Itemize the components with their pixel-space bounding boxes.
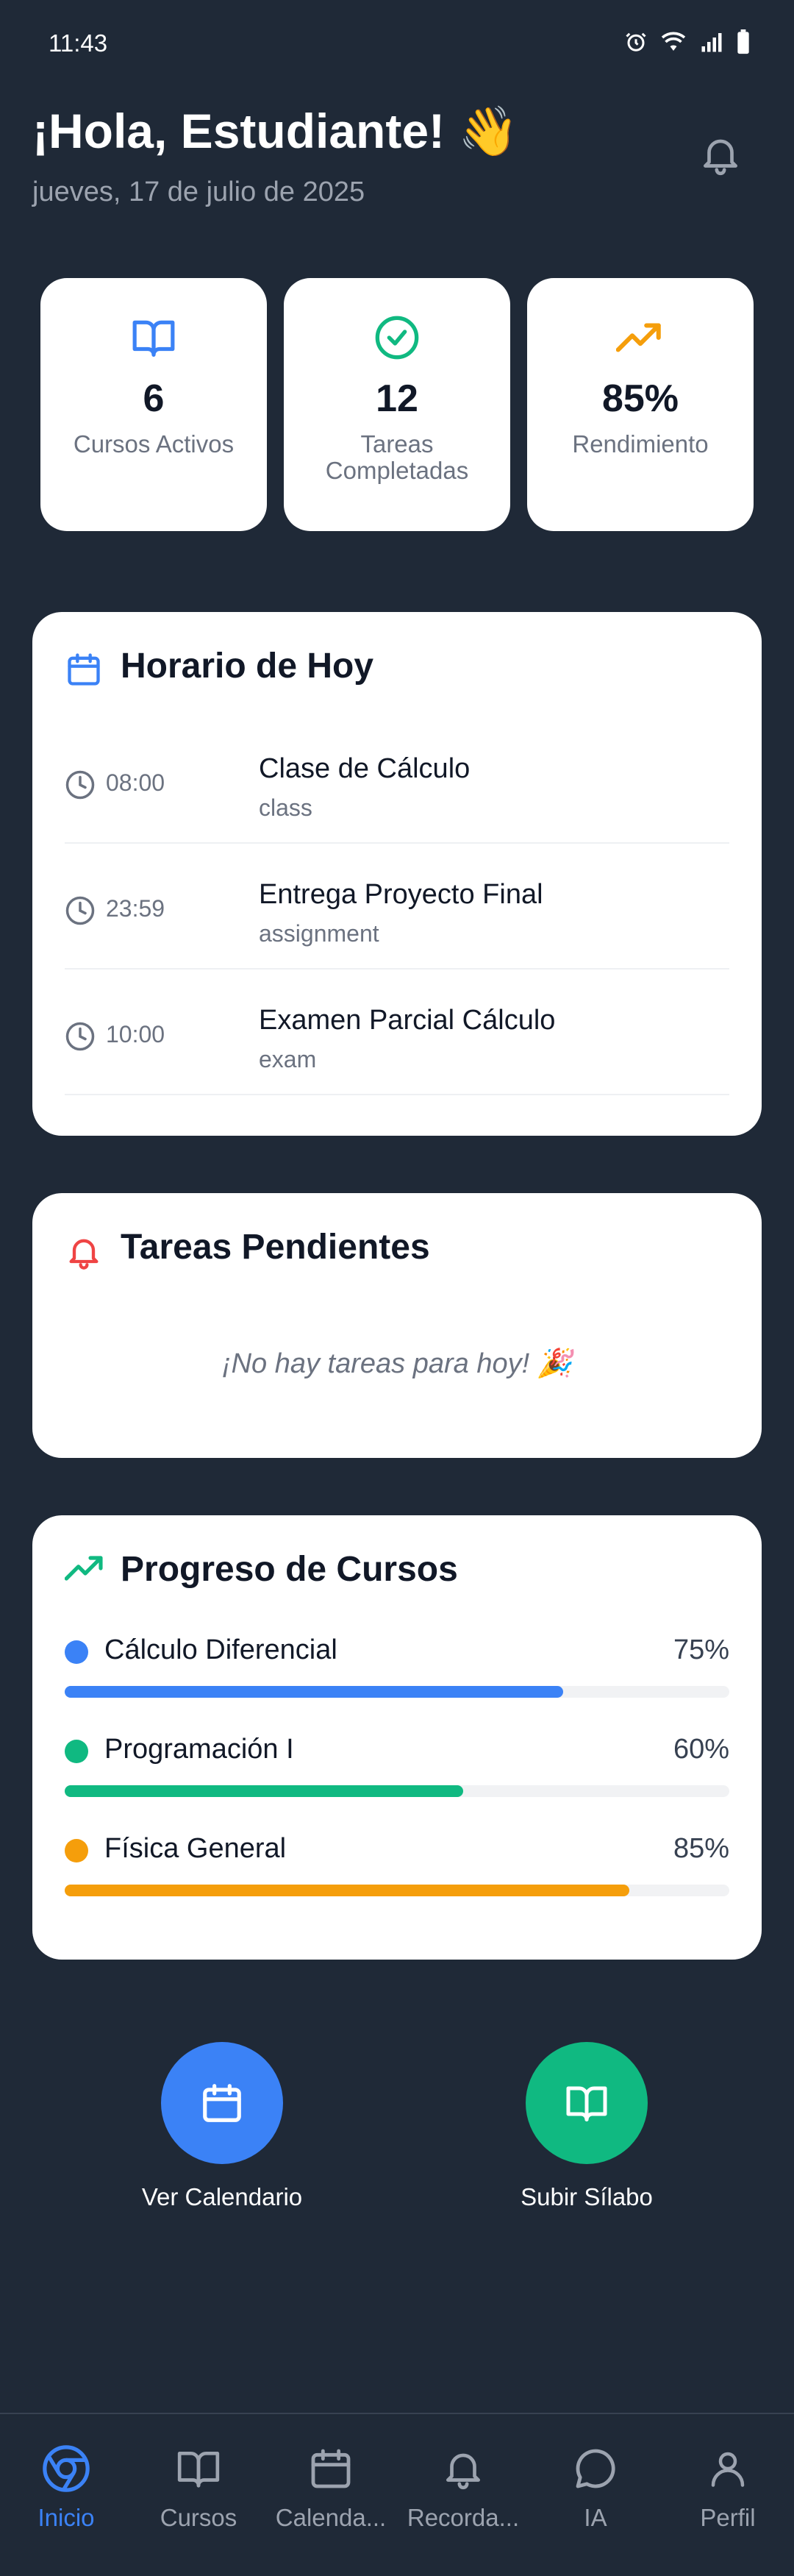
empty-tasks-message: ¡No hay tareas para hoy! 🎉	[221, 1348, 573, 1379]
stat-value: 6	[143, 377, 165, 420]
nav-label: IA	[584, 2504, 607, 2531]
notifications-button[interactable]	[691, 125, 750, 184]
course-percent: 85%	[673, 1833, 729, 1864]
schedule-card: Horario de Hoy 08:00 Clase de Cálculo cl…	[32, 612, 762, 1136]
book-open-icon	[566, 2086, 607, 2121]
stat-label: Tareas Completadas	[325, 430, 469, 485]
status-time: 11:43	[49, 29, 108, 57]
bell-icon	[446, 2453, 480, 2490]
course-percent: 75%	[673, 1634, 729, 1665]
stat-value: 85%	[601, 377, 679, 420]
trending-up-icon	[616, 323, 661, 352]
course-name: Programación I	[104, 1734, 294, 1765]
schedule-item-title: Entrega Proyecto Final	[259, 879, 543, 910]
book-open-icon	[132, 320, 175, 357]
wifi-icon	[661, 32, 686, 51]
chrome-icon	[43, 2445, 90, 2492]
home-screen: 11:43 ¡Hola, Estudiante! 👋 jueves, 17 de…	[0, 0, 794, 2576]
progress-fill	[65, 1686, 563, 1698]
course-name: Cálculo Diferencial	[104, 1634, 337, 1665]
course-progress-row[interactable]: Física General 85%	[65, 1829, 729, 1910]
schedule-time: 10:00	[106, 1021, 165, 1047]
clock-icon	[65, 770, 95, 800]
nav-label: Inicio	[37, 2504, 95, 2531]
progress-track	[65, 1686, 729, 1698]
nav-item-calendario[interactable]: Calenda...	[265, 2441, 397, 2532]
schedule-title: Horario de Hoy	[121, 647, 374, 686]
nav-label: Calenda...	[275, 2504, 387, 2531]
nav-item-perfil[interactable]: Perfil	[662, 2441, 794, 2532]
upload-syllabus-action[interactable]: Subir Sílabo	[476, 2042, 697, 2211]
trending-up-icon	[64, 1554, 106, 1587]
nav-item-ia[interactable]: IA	[529, 2441, 662, 2532]
schedule-time: 23:59	[106, 895, 165, 922]
bottom-navigation: Inicio Cursos Calenda... Recorda... IA P…	[0, 2413, 794, 2576]
pending-tasks-title: Tareas Pendientes	[121, 1228, 430, 1267]
bell-icon	[65, 1231, 103, 1276]
status-bar: 11:43	[0, 0, 794, 88]
stat-value: 12	[376, 377, 418, 420]
pending-tasks-card: Tareas Pendientes ¡No hay tareas para ho…	[32, 1193, 762, 1458]
view-calendar-action[interactable]: Ver Calendario	[112, 2042, 332, 2211]
clock-icon	[65, 1022, 95, 1051]
upload-syllabus-button[interactable]	[526, 2042, 648, 2164]
stat-label: Cursos Activos	[73, 430, 235, 458]
calendar-icon	[65, 650, 103, 692]
nav-item-cursos[interactable]: Cursos	[132, 2441, 265, 2532]
chat-icon	[576, 2449, 615, 2488]
schedule-time: 08:00	[106, 769, 165, 796]
nav-label: Recorda...	[407, 2504, 520, 2531]
nav-item-recordatorios[interactable]: Recorda...	[397, 2441, 529, 2532]
schedule-item[interactable]: 08:00 Clase de Cálculo class	[65, 718, 729, 844]
status-icons	[625, 29, 750, 54]
progress-track	[65, 1885, 729, 1896]
stat-card-tasks[interactable]: 12 Tareas Completadas	[284, 278, 510, 531]
alarm-icon	[626, 32, 646, 51]
stat-label: Rendimiento	[572, 430, 709, 458]
nav-label: Cursos	[160, 2504, 237, 2531]
user-icon	[711, 2452, 745, 2487]
schedule-item[interactable]: 23:59 Entrega Proyecto Final assignment	[65, 844, 729, 969]
course-color-dot	[65, 1839, 88, 1862]
nav-item-inicio[interactable]: Inicio	[0, 2441, 132, 2532]
course-progress-row[interactable]: Programación I 60%	[65, 1729, 729, 1810]
stat-card-performance[interactable]: 85% Rendimiento	[527, 278, 754, 531]
schedule-item[interactable]: 10:00 Examen Parcial Cálculo exam	[65, 969, 729, 1095]
course-color-dot	[65, 1640, 88, 1664]
course-progress-title: Progreso de Cursos	[121, 1550, 458, 1589]
schedule-item-type: exam	[259, 1046, 317, 1072]
bell-icon	[704, 139, 737, 176]
course-progress-row[interactable]: Cálculo Diferencial 75%	[65, 1630, 729, 1711]
course-color-dot	[65, 1740, 88, 1763]
upload-syllabus-label: Subir Sílabo	[521, 2183, 653, 2210]
view-calendar-button[interactable]	[161, 2042, 283, 2164]
schedule-item-type: class	[259, 794, 312, 821]
check-circle-icon	[375, 316, 419, 360]
current-date: jueves, 17 de julio de 2025	[32, 177, 365, 207]
progress-fill	[65, 1785, 464, 1797]
book-icon	[177, 2452, 220, 2488]
progress-fill	[65, 1885, 630, 1896]
signal-icon	[701, 33, 722, 52]
clock-icon	[65, 896, 95, 925]
progress-track	[65, 1785, 729, 1797]
schedule-item-title: Examen Parcial Cálculo	[259, 1005, 556, 1036]
calendar-icon	[203, 2084, 241, 2122]
nav-label: Perfil	[700, 2504, 756, 2531]
calendar-icon	[311, 2449, 351, 2488]
schedule-item-title: Clase de Cálculo	[259, 753, 471, 784]
view-calendar-label: Ver Calendario	[141, 2183, 303, 2210]
course-progress-card: Progreso de Cursos Cálculo Diferencial 7…	[32, 1515, 762, 1960]
stat-card-courses[interactable]: 6 Cursos Activos	[40, 278, 267, 531]
course-name: Física General	[104, 1833, 287, 1864]
course-percent: 60%	[673, 1734, 729, 1765]
battery-icon	[737, 29, 749, 54]
greeting-title: ¡Hola, Estudiante! 👋	[32, 104, 519, 158]
schedule-item-type: assignment	[259, 920, 379, 947]
